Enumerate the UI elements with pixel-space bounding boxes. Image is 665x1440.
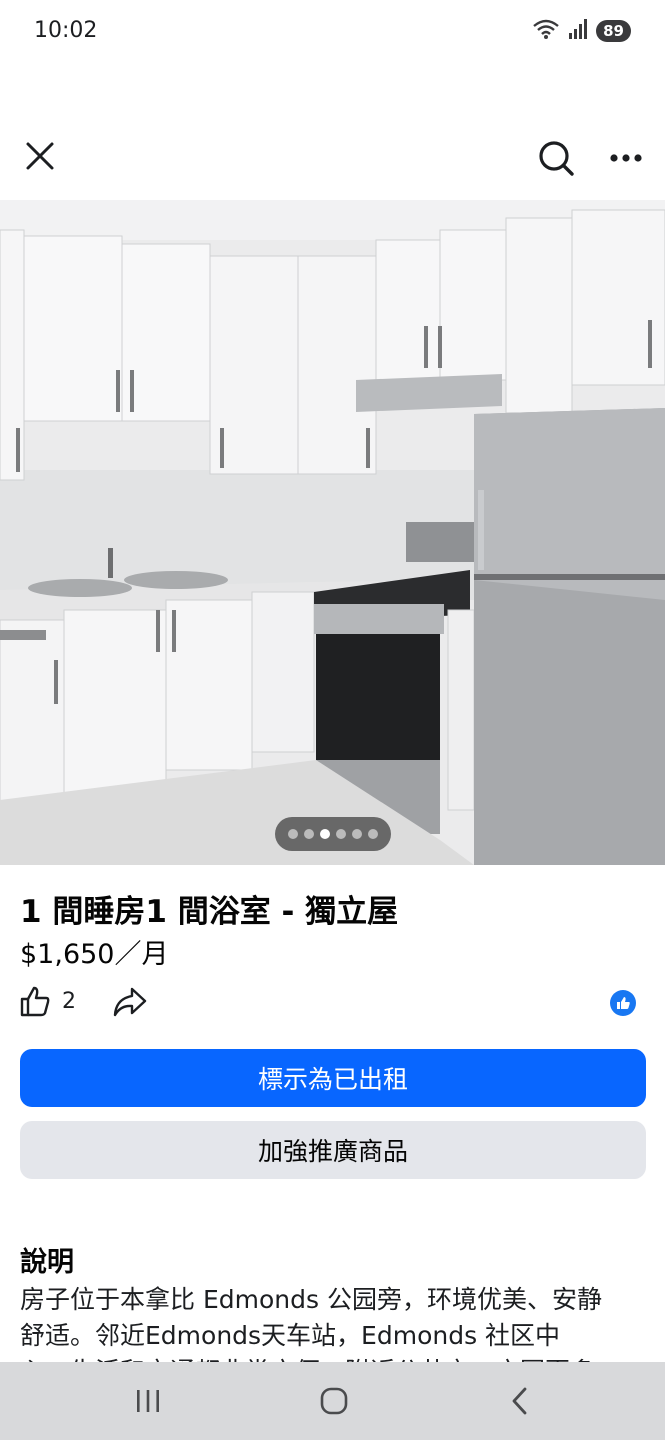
signal-icon bbox=[568, 18, 588, 44]
system-nav-bar bbox=[0, 1362, 665, 1440]
recent-apps-icon bbox=[137, 1390, 159, 1412]
kitchen-photo bbox=[0, 200, 665, 865]
home-button[interactable] bbox=[304, 1378, 364, 1424]
wifi-icon bbox=[532, 18, 560, 44]
share-button[interactable] bbox=[112, 986, 148, 1022]
listing-title: 1 間睡房1 間浴室 - 獨立屋 bbox=[20, 894, 399, 930]
pagination-dot bbox=[368, 829, 378, 839]
search-icon bbox=[539, 141, 574, 176]
pagination-dot-active bbox=[320, 829, 330, 839]
back-icon bbox=[512, 1387, 527, 1415]
search-button[interactable] bbox=[532, 134, 580, 182]
description-line: 舒适。邻近Edmonds天车站，Edmonds 社区中 bbox=[20, 1321, 561, 1350]
boost-listing-button[interactable]: 加強推廣商品 bbox=[20, 1121, 646, 1179]
listing-photo[interactable] bbox=[0, 200, 665, 865]
status-icons: 89 bbox=[532, 18, 631, 44]
share-icon bbox=[113, 987, 147, 1017]
more-icon bbox=[610, 154, 642, 162]
action-row: 2 bbox=[0, 980, 665, 1028]
close-icon bbox=[26, 142, 54, 170]
pagination-dot bbox=[336, 829, 346, 839]
recent-apps-button[interactable] bbox=[118, 1378, 178, 1424]
description-line: 房子位于本拿比 Edmonds 公园旁，环境优美、安静 bbox=[20, 1285, 602, 1314]
status-bar: 10:02 89 bbox=[0, 0, 665, 62]
like-button[interactable]: 2 bbox=[18, 984, 76, 1018]
pagination-dot bbox=[304, 829, 314, 839]
listing-price: $1,650／月 bbox=[20, 939, 169, 970]
pagination-dot bbox=[352, 829, 362, 839]
back-button[interactable] bbox=[490, 1378, 550, 1424]
thumbs-up-icon bbox=[20, 986, 50, 1017]
like-reaction-icon bbox=[610, 990, 636, 1016]
home-icon bbox=[320, 1387, 348, 1415]
like-count: 2 bbox=[62, 988, 76, 1014]
description-heading: 說明 bbox=[20, 1247, 74, 1278]
top-toolbar bbox=[0, 122, 665, 194]
close-button[interactable] bbox=[18, 134, 62, 178]
photo-pagination-dots bbox=[275, 817, 391, 851]
more-options-button[interactable] bbox=[604, 134, 648, 182]
mark-as-rented-button[interactable]: 標示為已出租 bbox=[20, 1049, 646, 1107]
pagination-dot bbox=[288, 829, 298, 839]
status-time: 10:02 bbox=[34, 18, 98, 43]
battery-icon: 89 bbox=[596, 20, 631, 42]
